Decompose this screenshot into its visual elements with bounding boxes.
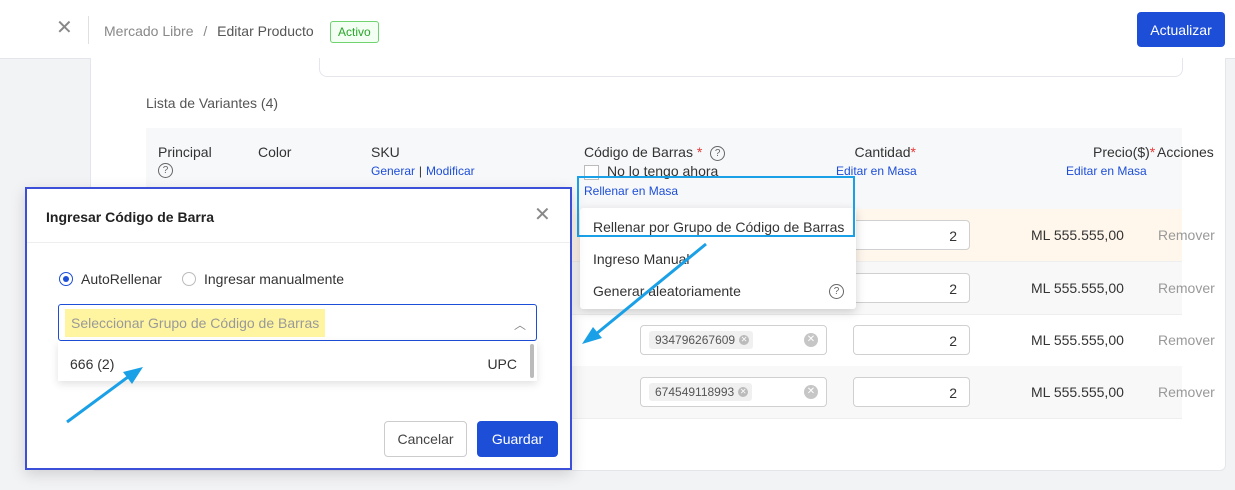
arrow-head [123, 367, 143, 384]
arrow-head [582, 327, 602, 344]
annotation-arrows [66, 242, 707, 424]
annotation-arrow [595, 242, 707, 336]
annotation-arrow [66, 375, 129, 424]
